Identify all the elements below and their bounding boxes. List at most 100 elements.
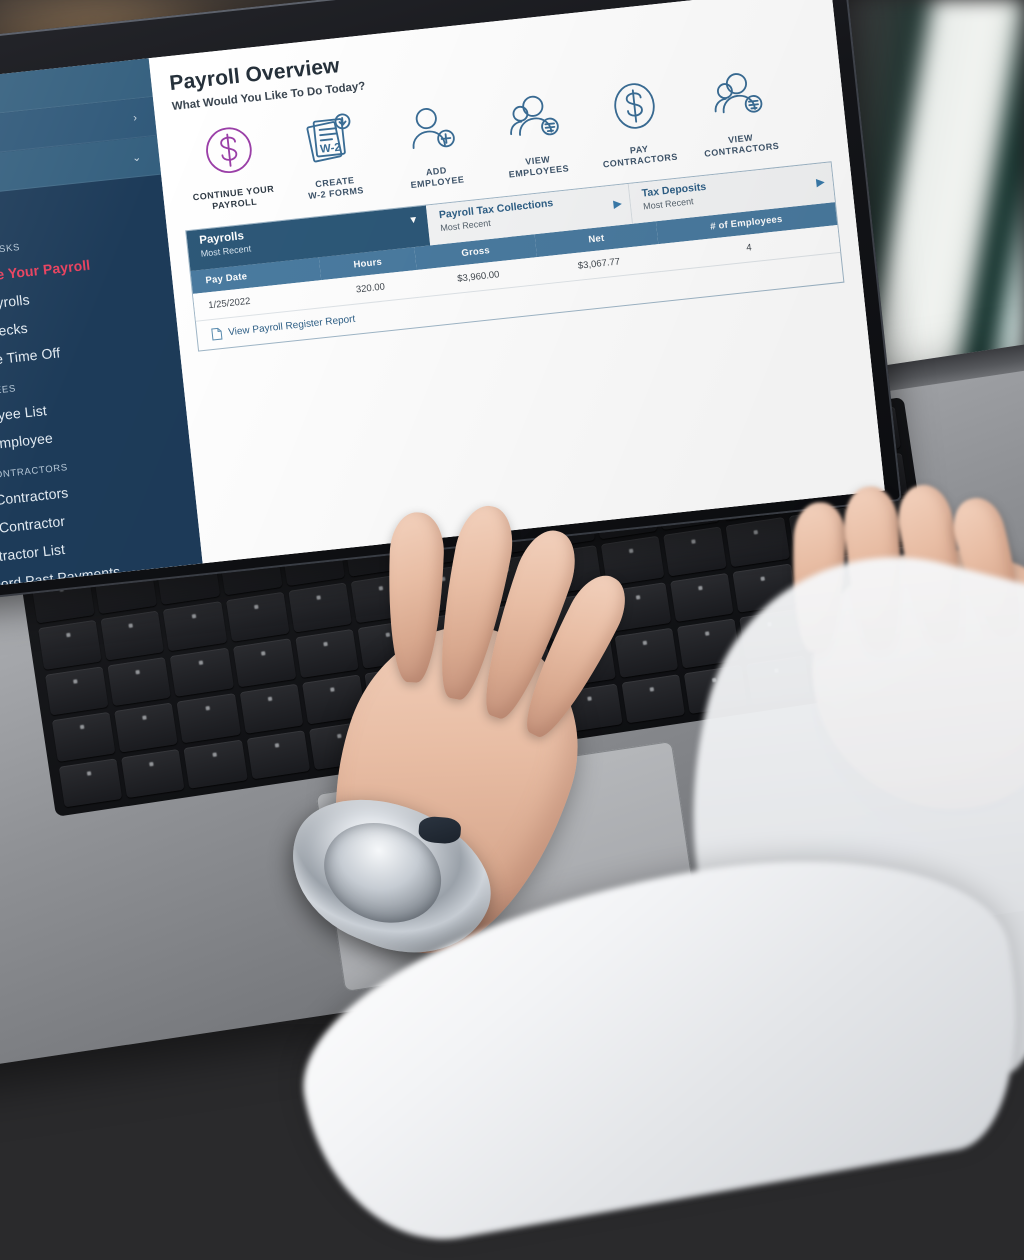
keyboard-key[interactable] (732, 562, 797, 613)
key-glyph (698, 585, 703, 590)
keyboard-key[interactable] (301, 674, 366, 725)
keyboard-key[interactable] (607, 581, 672, 632)
key-glyph (205, 705, 210, 711)
key-glyph (635, 594, 641, 600)
key-glyph (441, 576, 446, 582)
key-glyph (503, 567, 509, 572)
key-glyph (823, 566, 828, 572)
keyboard-key[interactable] (357, 619, 422, 669)
keyboard-key[interactable] (621, 673, 686, 724)
keyboard-key[interactable] (295, 628, 359, 679)
keyboard-key[interactable] (288, 582, 352, 633)
keyboard-key[interactable] (121, 748, 185, 799)
key-glyph (86, 770, 92, 776)
key-glyph (253, 604, 259, 610)
key-glyph (691, 539, 696, 544)
key-glyph (510, 613, 516, 618)
key-glyph (885, 557, 891, 562)
keyboard-key[interactable] (808, 645, 873, 696)
keyboard-key[interactable] (788, 507, 853, 558)
key-glyph (461, 714, 467, 720)
key-glyph (586, 695, 592, 701)
key-glyph (892, 603, 898, 608)
key-glyph (830, 612, 835, 618)
keyboard-key[interactable] (163, 601, 227, 651)
keyboard-key[interactable] (433, 701, 498, 752)
keyboard-key[interactable] (232, 637, 297, 688)
key-glyph (73, 678, 78, 684)
keyboard-key[interactable] (225, 591, 290, 642)
keyboard-key[interactable] (663, 526, 727, 576)
key-glyph (267, 696, 273, 702)
keyboard-key[interactable] (857, 544, 922, 594)
keyboard-key[interactable] (545, 591, 609, 641)
key-glyph (378, 585, 384, 591)
key-glyph (198, 659, 203, 665)
key-glyph (705, 631, 710, 636)
keyboard-key[interactable] (246, 729, 310, 780)
key-glyph (399, 723, 404, 729)
keyboard-key[interactable] (482, 600, 547, 651)
key-glyph (191, 614, 196, 619)
key-glyph (142, 715, 148, 720)
keyboard-key[interactable] (350, 573, 415, 623)
keyboard-key[interactable] (169, 647, 234, 697)
keyboard-key[interactable] (746, 654, 811, 705)
key-glyph (211, 751, 217, 757)
keyboard-key[interactable] (864, 590, 929, 640)
keyboard-key[interactable] (183, 739, 248, 789)
keyboard-key[interactable] (100, 610, 165, 661)
key-glyph (878, 511, 884, 516)
key-glyph (573, 603, 578, 609)
keyboard-key[interactable] (58, 757, 123, 808)
keyboard-key[interactable] (600, 535, 665, 586)
key-glyph (774, 667, 780, 673)
keyboard-key[interactable] (413, 563, 477, 614)
key-glyph (330, 687, 335, 692)
key-glyph (566, 557, 571, 563)
key-glyph (712, 677, 717, 682)
key-glyph (392, 677, 398, 683)
keyboard-key[interactable] (38, 619, 102, 670)
keyboard-key[interactable] (802, 599, 866, 650)
keyboard-key[interactable] (551, 637, 616, 687)
key-glyph (517, 659, 523, 664)
keyboard-key[interactable] (795, 553, 859, 604)
key-glyph (336, 733, 342, 738)
laptop: MacBook Pro Dashboard Accounting (0, 0, 1024, 1260)
key-glyph (274, 742, 279, 748)
key-glyph (524, 705, 530, 710)
keyboard-key[interactable] (538, 545, 602, 595)
key-glyph (79, 724, 85, 730)
key-glyph (323, 641, 328, 646)
trackpad[interactable] (315, 740, 702, 992)
keyboard-key[interactable] (670, 572, 734, 622)
keyboard-key[interactable] (51, 711, 116, 762)
key-glyph (767, 621, 773, 627)
keyboard-key[interactable] (871, 636, 936, 686)
keyboard-key[interactable] (114, 702, 179, 753)
keyboard-key[interactable] (308, 720, 373, 771)
keyboard-key[interactable] (475, 554, 540, 605)
keyboard-key[interactable] (239, 683, 304, 734)
keyboard-key[interactable] (739, 608, 804, 659)
key-glyph (899, 649, 905, 654)
keyboard-key[interactable] (489, 646, 554, 697)
keyboard-key[interactable] (614, 627, 679, 678)
laptop-bezel-edge (0, 0, 902, 605)
key-glyph (128, 623, 134, 628)
key-glyph (135, 669, 141, 674)
keyboard-key[interactable] (426, 655, 491, 706)
keyboard-key[interactable] (364, 665, 429, 715)
keyboard-key[interactable] (558, 683, 623, 733)
keyboard-key[interactable] (677, 618, 741, 668)
keyboard-key[interactable] (496, 692, 561, 742)
keyboard-key[interactable] (683, 664, 748, 714)
keyboard-key[interactable] (725, 517, 790, 567)
keyboard-key[interactable] (850, 498, 915, 548)
keyboard-key[interactable] (107, 656, 172, 707)
keyboard-key[interactable] (420, 609, 484, 660)
keyboard-key[interactable] (176, 693, 241, 743)
keyboard-key[interactable] (44, 665, 109, 716)
keyboard-key[interactable] (371, 711, 436, 761)
